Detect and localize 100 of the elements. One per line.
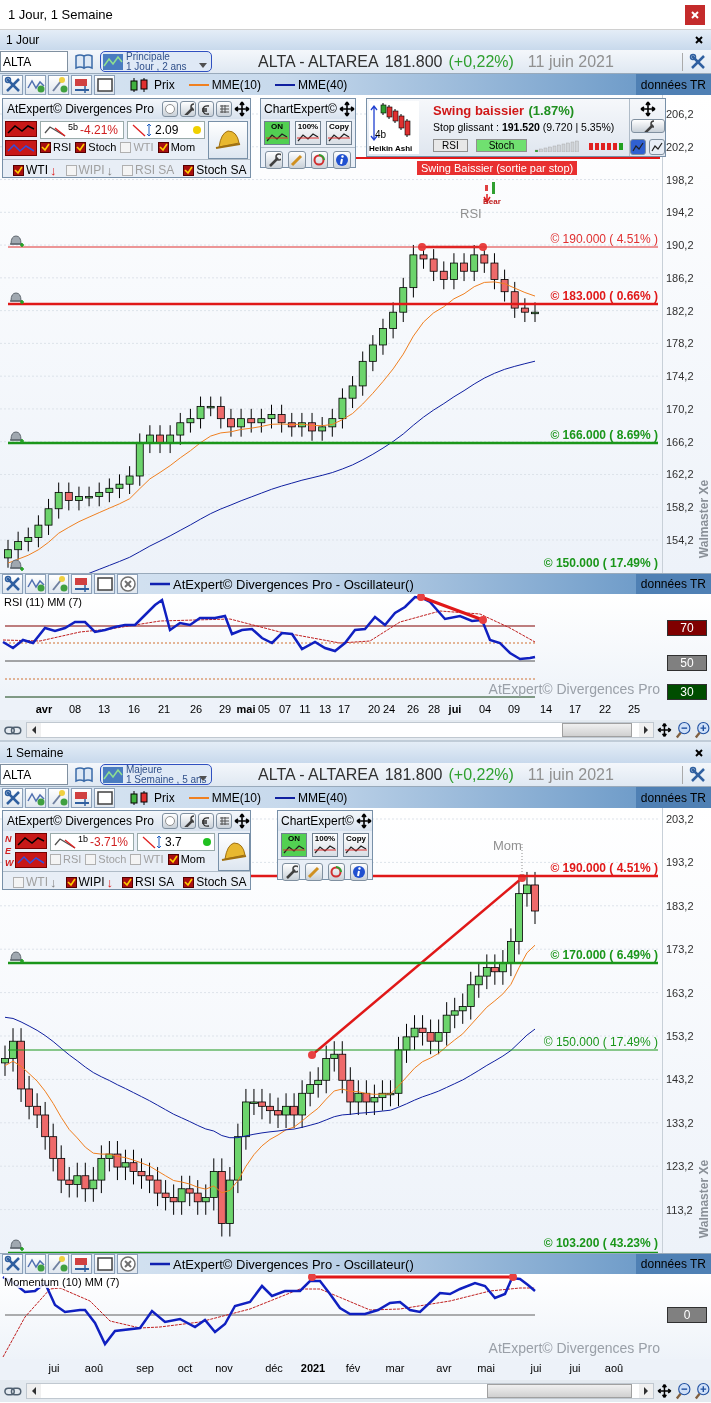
axis-date-label: 2021: [300, 1362, 326, 1374]
axis-date-label: 29: [218, 703, 232, 715]
chart-expert-button[interactable]: ON: [264, 121, 290, 145]
swing-percent: (1.87%): [528, 103, 575, 118]
axis-date-label: 11: [299, 703, 311, 715]
level-label: © 183.000 ( 0.66% ): [550, 290, 658, 303]
filter-label: Stoch: [98, 853, 127, 865]
signal-label: Mom: [493, 839, 522, 852]
pattern-bar-count: 4b: [375, 129, 387, 140]
window-title: 1 Jour, 1 Semaine: [8, 7, 113, 22]
filter-label: RSI: [63, 853, 82, 865]
oscillator-title: RSI (11) MM (7): [4, 596, 83, 608]
quote-date: 11 juin 2021: [527, 52, 614, 71]
mode-letter: W: [5, 857, 12, 869]
level-label: © 166.000 ( 8.69% ): [550, 429, 658, 442]
pattern-label: Bear: [483, 198, 501, 206]
filter-label: Mom: [180, 853, 206, 865]
axis-date-label: 24: [382, 703, 396, 715]
ratio-value: 2.09: [155, 123, 179, 137]
axis-date-label: 08: [68, 703, 82, 715]
axis-date-label: jui: [569, 1362, 581, 1374]
axis-date-label: aoû: [604, 1362, 624, 1374]
axis-tick-label: 202,2: [666, 140, 694, 153]
axis-tick-label: 182,2: [666, 304, 694, 317]
axis-date-label: sep: [136, 1362, 154, 1374]
price-value: 181.800: [384, 52, 443, 71]
change-value: -3.71%: [90, 835, 129, 849]
alert-label: RSI SA: [135, 875, 175, 889]
alert-label: WTI: [26, 875, 48, 889]
indicator-tag[interactable]: Stoch: [475, 139, 528, 152]
level-value-box: 30: [667, 684, 707, 700]
widget-title: ChartExpert©: [281, 814, 354, 828]
panel-title: 1 Semaine: [6, 745, 64, 760]
axis-date-label: 26: [189, 703, 203, 715]
panel-title: 1 Jour: [6, 33, 40, 47]
axis-tick-label: 153,2: [666, 1030, 694, 1042]
chart-expert-button[interactable]: 100%: [295, 121, 321, 145]
brand-watermark: Walmaster Xe: [698, 1158, 710, 1241]
legend-label: MME(40): [298, 77, 348, 92]
legend-label: Prix: [154, 790, 175, 805]
oscillator-title: Momentum (10) MM (7): [4, 1276, 120, 1288]
legend-label: AtExpert© Divergences Pro - Oscillateur(): [173, 576, 414, 592]
axis-date-label: 28: [427, 703, 441, 715]
stop-badge: Swing Baissier (sortie par stop): [417, 161, 578, 175]
chart-expert-button[interactable]: Copy: [326, 121, 352, 145]
chart-expert-button[interactable]: 100%: [312, 833, 338, 857]
bar-count: 5b: [68, 122, 78, 132]
axis-date-label: fév: [345, 1362, 361, 1374]
axis-tick-label: 123,2: [666, 1160, 694, 1173]
price-change: (+0,22%): [448, 765, 514, 784]
widget-title: ChartExpert©: [264, 102, 337, 116]
signal-label: RSI: [460, 207, 482, 220]
axis-tick-label: 198,2: [666, 173, 694, 186]
axis-date-label: 04: [478, 703, 492, 715]
symbol-field[interactable]: ALTA: [0, 51, 68, 72]
indicator-tag[interactable]: RSI: [433, 139, 468, 152]
axis-tick-label: 154,2: [666, 534, 694, 546]
alert-label: Stoch SA: [196, 163, 247, 177]
axis-tick-label: 113,2: [666, 1203, 693, 1216]
filter-label: Stoch: [88, 141, 117, 153]
legend-label: MME(10): [211, 77, 261, 92]
axis-tick-label: 186,2: [666, 271, 694, 284]
axis-date-label: 16: [127, 703, 141, 715]
filter-label: Mom: [170, 141, 196, 153]
mode-letter: E: [5, 845, 12, 857]
filter-label: RSI: [53, 141, 72, 153]
axis-tick-label: 190,2: [666, 239, 694, 252]
quote-date: 11 juin 2021: [527, 765, 614, 784]
axis-date-label: aoû: [84, 1362, 104, 1374]
data-source-label: données TR: [635, 74, 711, 95]
change-value: -4.21%: [80, 123, 119, 137]
level-label: © 150.000 ( 17.49% ): [543, 1036, 658, 1049]
axis-date-label: oct: [177, 1362, 193, 1374]
symbol-field[interactable]: ALTA: [0, 764, 68, 785]
axis-date-label: mar: [385, 1362, 405, 1374]
level-label: © 150.000 ( 17.49% ): [543, 557, 658, 570]
axis-tick-label: 203,2: [666, 813, 694, 825]
axis-tick-label: 163,2: [666, 986, 694, 999]
stop-text: Stop glissant : 191.520 (9.720 | 5.35%): [433, 121, 616, 133]
axis-date-label: 20: [367, 703, 381, 715]
chart-expert-button[interactable]: ON: [281, 833, 307, 857]
legend-label: Prix: [154, 77, 175, 92]
alert-label: WIPI: [78, 163, 105, 177]
legend-label: MME(40): [298, 790, 348, 805]
widget-title: AtExpert© Divergences Pro: [7, 102, 154, 116]
filter-label: WTI: [133, 141, 154, 153]
price-value: 181.800: [384, 765, 443, 784]
data-source-label: données TR: [635, 787, 711, 808]
alert-label: WTI: [26, 163, 48, 177]
axis-date-label: 13: [97, 703, 111, 715]
axis-tick-label: 158,2: [666, 501, 694, 514]
instrument-title: ALTA - ALTAREA: [258, 765, 379, 784]
axis-tick-label: 178,2: [666, 337, 694, 350]
level-value-box: 70: [667, 620, 707, 636]
mode-letter: N: [5, 833, 12, 845]
chart-expert-button[interactable]: Copy: [343, 833, 369, 857]
indicator-watermark: AtExpert© Divergences Pro: [488, 681, 660, 697]
axis-tick-label: 206,2: [666, 108, 694, 120]
layout-selector[interactable]: Principale 1 Jour , 2 ans: [100, 51, 212, 72]
axis-date-label: jui: [48, 1362, 60, 1374]
